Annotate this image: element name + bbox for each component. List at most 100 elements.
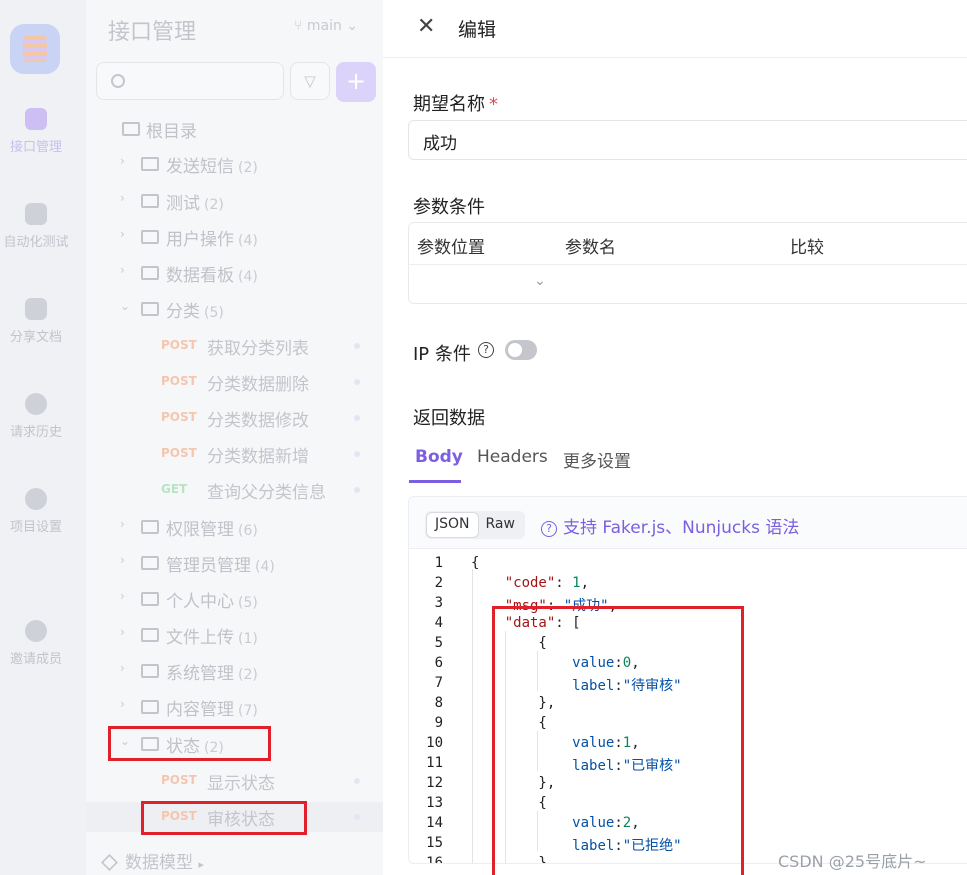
close-icon[interactable]: ✕ <box>417 14 435 39</box>
tree-folder[interactable]: › 内容管理 (7) <box>86 692 383 722</box>
line-number: 12 <box>426 775 443 791</box>
line-number: 8 <box>434 695 443 711</box>
tree-folder[interactable]: › 权限管理 (6) <box>86 512 383 542</box>
clock-icon <box>25 393 47 415</box>
rail-item-history[interactable]: 请求历史 <box>0 393 72 440</box>
tree-folder[interactable]: › 测试 (2) <box>86 186 383 216</box>
expect-name-input[interactable]: 成功 <box>408 120 967 160</box>
col-param-name: 参数名 <box>565 238 616 258</box>
rail-item-share-doc[interactable]: 分享文档 <box>0 298 72 345</box>
chevron-down-icon: ⌄ <box>346 18 359 34</box>
line-number: 3 <box>434 595 443 611</box>
api-item[interactable]: POST 分类数据新增 <box>86 439 383 469</box>
format-raw[interactable]: Raw <box>478 513 523 537</box>
line-number: 16 <box>426 855 443 863</box>
highlight-box <box>492 606 744 875</box>
expect-name-label: 期望名称 * <box>413 94 498 115</box>
drawer-title: 编辑 <box>458 19 497 41</box>
tab-body[interactable]: Body <box>415 447 463 467</box>
status-dot <box>354 379 360 385</box>
folder-icon <box>141 230 159 244</box>
api-item[interactable]: GET 查询父分类信息 <box>86 475 383 505</box>
line-number: 15 <box>426 835 443 851</box>
return-data-label: 返回数据 <box>413 408 485 429</box>
tree-folder-expanded[interactable]: ⌄ 分类 (5) <box>86 294 383 324</box>
line-number: 6 <box>434 655 443 671</box>
api-item[interactable]: POST 分类数据修改 <box>86 403 383 433</box>
format-switch: JSON Raw <box>425 511 525 539</box>
add-user-icon <box>25 620 47 642</box>
body-toolbar: JSON Raw ? 支持 Faker.js、Nunjucks 语法 <box>409 497 967 549</box>
code-line: { <box>471 555 480 571</box>
folder-icon <box>141 302 159 316</box>
line-number: 9 <box>434 715 443 731</box>
line-number: 14 <box>426 815 443 831</box>
search-input[interactable] <box>133 71 273 86</box>
edit-drawer: ✕ 编辑 期望名称 * 成功 参数条件 参数位置 参数名 比较 ⌄ IP 条件 ?… <box>383 0 967 875</box>
chevron-down-icon[interactable]: ⌄ <box>534 273 546 289</box>
rail-item-invite[interactable]: 邀请成员 <box>0 620 72 667</box>
code-line: "code": 1, <box>504 575 590 591</box>
params-label: 参数条件 <box>413 197 485 218</box>
line-number: 5 <box>434 635 443 651</box>
tree-folder[interactable]: › 数据看板 (4) <box>86 258 383 288</box>
tree-root[interactable]: 根目录 <box>86 114 383 144</box>
tree-folder[interactable]: › 文件上传 (1) <box>86 620 383 650</box>
app-logo[interactable] <box>10 24 60 74</box>
filter-icon: ▽ <box>304 72 316 90</box>
chevron-right-icon: › <box>120 661 125 675</box>
branch-icon: ⑂ <box>294 18 303 34</box>
tree-search[interactable] <box>96 62 284 100</box>
chevron-right-icon: › <box>120 517 125 531</box>
help-icon: ? <box>541 521 557 537</box>
folder-icon <box>141 556 159 570</box>
folder-icon <box>141 520 159 534</box>
col-param-position: 参数位置 <box>417 238 485 258</box>
highlight-box <box>141 801 307 835</box>
folder-icon <box>141 592 159 606</box>
folder-icon <box>141 628 159 642</box>
book-icon <box>25 298 47 320</box>
api-item[interactable]: POST 显示状态 <box>86 766 383 796</box>
rail-item-auto-test[interactable]: 自动化测试 <box>0 203 72 250</box>
branch-selector[interactable]: ⑂ main ⌄ <box>294 18 358 34</box>
folder-icon <box>141 194 159 208</box>
tree-folder[interactable]: › 发送短信 (2) <box>86 149 383 179</box>
add-button[interactable]: + <box>336 62 376 102</box>
chevron-down-icon: ⌄ <box>120 299 131 313</box>
line-number: 13 <box>426 795 443 811</box>
watermark: CSDN @25号底片~ <box>778 852 927 871</box>
line-number: 11 <box>426 755 443 771</box>
rail-item-settings[interactable]: 项目设置 <box>0 488 72 535</box>
status-dot <box>354 814 360 820</box>
chevron-right-icon: › <box>120 589 125 603</box>
api-item[interactable]: POST 分类数据删除 <box>86 367 383 397</box>
help-icon[interactable]: ? <box>478 342 494 358</box>
chevron-right-icon: › <box>120 191 125 205</box>
folder-cloud-icon <box>122 122 140 136</box>
line-number: 2 <box>434 575 443 591</box>
status-dot <box>354 415 360 421</box>
api-item[interactable]: POST 获取分类列表 <box>86 331 383 361</box>
tree-folder[interactable]: › 用户操作 (4) <box>86 222 383 252</box>
rail-item-api[interactable]: 接口管理 <box>0 108 72 155</box>
chevron-right-icon: › <box>120 154 125 168</box>
syntax-hint-link[interactable]: ? 支持 Faker.js、Nunjucks 语法 <box>541 513 799 538</box>
ip-toggle[interactable] <box>505 340 537 360</box>
line-number: 10 <box>426 735 443 751</box>
tab-headers[interactable]: Headers <box>477 447 548 467</box>
cube-icon <box>101 854 118 871</box>
tree-folder[interactable]: › 个人中心 (5) <box>86 584 383 614</box>
col-compare: 比较 <box>790 238 824 258</box>
tree-folder[interactable]: › 系统管理 (2) <box>86 656 383 686</box>
format-json[interactable]: JSON <box>427 513 478 537</box>
data-models-item[interactable]: 数据模型 ▸ <box>101 848 204 873</box>
filter-button[interactable]: ▽ <box>290 62 330 100</box>
ip-condition-label: IP 条件 <box>413 344 471 365</box>
chevron-right-icon: › <box>120 625 125 639</box>
tab-more-settings[interactable]: 更多设置 <box>563 447 631 472</box>
drawer-header: ✕ 编辑 <box>383 0 967 58</box>
folder-icon <box>141 664 159 678</box>
tree-folder[interactable]: › 管理员管理 (4) <box>86 548 383 578</box>
folder-icon <box>141 157 159 171</box>
